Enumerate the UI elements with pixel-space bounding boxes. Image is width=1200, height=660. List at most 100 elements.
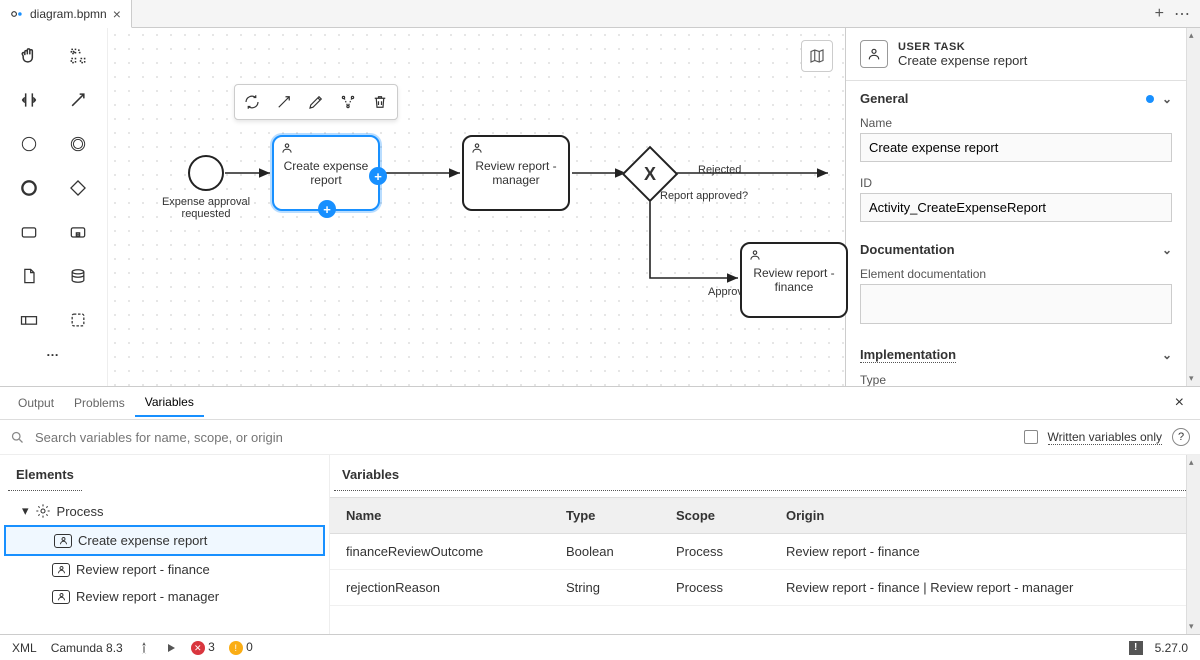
data-store-tool[interactable] xyxy=(62,260,94,292)
table-row[interactable]: rejectionReason String Process Review re… xyxy=(330,570,1186,606)
variables-panel: Variables Name Type Scope Origin finance… xyxy=(330,455,1186,634)
file-tab[interactable]: diagram.bpmn × xyxy=(0,0,132,28)
toolbox: … xyxy=(0,28,108,386)
written-only-checkbox[interactable] xyxy=(1024,430,1038,444)
xml-toggle[interactable]: XML xyxy=(12,641,37,655)
props-header: USER TASK Create expense report xyxy=(846,28,1186,81)
bpmn-file-icon xyxy=(10,7,24,21)
pool-tool[interactable] xyxy=(13,304,45,336)
task-tool[interactable] xyxy=(13,216,45,248)
props-scrollbar[interactable] xyxy=(1186,28,1200,386)
group-tool[interactable] xyxy=(62,304,94,336)
properties-panel: USER TASK Create expense report General … xyxy=(845,28,1200,386)
ctx-annotate[interactable] xyxy=(301,87,331,117)
play-icon[interactable] xyxy=(165,642,177,654)
gateway-tool[interactable] xyxy=(62,172,94,204)
id-input[interactable] xyxy=(860,193,1172,222)
written-only-label[interactable]: Written variables only xyxy=(1048,430,1163,445)
canvas[interactable]: Expense approval requested Create expens… xyxy=(108,28,845,386)
tab-output[interactable]: Output xyxy=(8,390,64,416)
element-name-label: Create expense report xyxy=(898,53,1027,68)
tree-task-create[interactable]: Create expense report xyxy=(4,525,325,556)
task-label: Review report - finance xyxy=(746,266,842,294)
table-row[interactable]: financeReviewOutcome Boolean Process Rev… xyxy=(330,534,1186,570)
status-bar: XML Camunda 8.3 ✕ 3 ! 0 ! 5.27.0 xyxy=(0,634,1200,660)
connect-tool[interactable] xyxy=(62,84,94,116)
elements-header: Elements xyxy=(8,465,82,491)
task-review-manager[interactable]: Review report - manager xyxy=(462,135,570,211)
search-input[interactable] xyxy=(35,430,1014,445)
variables-header: Variables xyxy=(334,465,1186,491)
element-type-label: USER TASK xyxy=(898,41,1027,53)
intermediate-event-tool[interactable] xyxy=(62,128,94,160)
tab-menu-button[interactable]: ⋯ xyxy=(1174,4,1190,24)
table-header: Name Type Scope Origin xyxy=(330,497,1186,534)
hand-tool[interactable] xyxy=(13,40,45,72)
name-field-label: Name xyxy=(860,116,1172,130)
gateway-label: Report approved? xyxy=(660,190,760,202)
bottom-scrollbar[interactable] xyxy=(1186,455,1200,634)
expand-icon: ▾ xyxy=(22,503,29,519)
user-task-icon xyxy=(280,141,294,155)
tab-variables[interactable]: Variables xyxy=(135,389,204,417)
section-modified-dot xyxy=(1146,95,1154,103)
close-tab-icon[interactable]: × xyxy=(113,6,121,22)
element-type-icon xyxy=(860,40,888,68)
impl-type-label: Type xyxy=(860,373,1172,386)
chevron-down-icon: ⌄ xyxy=(1162,243,1172,257)
section-implementation[interactable]: Implementation ⌄ xyxy=(846,337,1186,369)
tree-process[interactable]: ▾ Process xyxy=(4,497,325,525)
file-tab-title: diagram.bpmn xyxy=(30,7,107,21)
warning-count[interactable]: ! 0 xyxy=(229,640,253,655)
chevron-down-icon: ⌄ xyxy=(1162,348,1172,362)
close-panel-button[interactable]: × xyxy=(1167,394,1192,412)
task-review-finance[interactable]: Review report - finance xyxy=(740,242,848,318)
doc-textarea[interactable] xyxy=(860,284,1172,324)
elements-tree: Elements ▾ Process Create expense report… xyxy=(0,455,330,634)
help-icon[interactable]: ? xyxy=(1172,428,1190,446)
section-general[interactable]: General ⌄ xyxy=(846,81,1186,112)
tab-problems[interactable]: Problems xyxy=(64,390,135,416)
append-badge-bottom[interactable]: + xyxy=(318,200,336,218)
lasso-tool[interactable] xyxy=(62,40,94,72)
start-event-label: Expense approval requested xyxy=(154,196,258,220)
error-count[interactable]: ✕ 3 xyxy=(191,640,215,656)
context-toolbar xyxy=(234,84,398,120)
task-label: Create expense report xyxy=(278,159,374,187)
tree-task-manager[interactable]: Review report - manager xyxy=(4,583,325,610)
start-event[interactable] xyxy=(188,155,224,191)
minimap-toggle[interactable] xyxy=(801,40,833,72)
version-label: 5.27.0 xyxy=(1155,641,1188,655)
process-icon xyxy=(35,503,51,519)
edge-label-rejected: Rejected xyxy=(698,164,741,176)
space-tool[interactable] xyxy=(13,84,45,116)
toolbox-more[interactable]: … xyxy=(4,344,103,359)
chevron-down-icon: ⌄ xyxy=(1162,92,1172,106)
engine-label[interactable]: Camunda 8.3 xyxy=(51,641,123,655)
main-area: … Expense approval requested xyxy=(0,28,1200,386)
tab-bar: diagram.bpmn × + ⋯ xyxy=(0,0,1200,28)
name-input[interactable] xyxy=(860,133,1172,162)
ctx-delete[interactable] xyxy=(365,87,395,117)
search-icon xyxy=(10,430,25,445)
start-event-tool[interactable] xyxy=(13,128,45,160)
deploy-icon[interactable] xyxy=(137,641,151,655)
bottom-panel: Output Problems Variables × Written vari… xyxy=(0,386,1200,634)
append-badge-right[interactable]: + xyxy=(369,167,387,185)
section-documentation[interactable]: Documentation ⌄ xyxy=(846,232,1186,263)
feedback-icon[interactable]: ! xyxy=(1129,641,1143,655)
subprocess-tool[interactable] xyxy=(62,216,94,248)
user-task-icon xyxy=(748,248,762,262)
tree-task-finance[interactable]: Review report - finance xyxy=(4,556,325,583)
id-field-label: ID xyxy=(860,176,1172,190)
task-create-expense[interactable]: Create expense report + + xyxy=(272,135,380,211)
new-tab-button[interactable]: + xyxy=(1155,5,1164,23)
ctx-distribute[interactable] xyxy=(333,87,363,117)
doc-field-label: Element documentation xyxy=(860,267,1172,281)
end-event-tool[interactable] xyxy=(13,172,45,204)
task-label: Review report - manager xyxy=(468,159,564,187)
ctx-change-type[interactable] xyxy=(237,87,267,117)
ctx-connect[interactable] xyxy=(269,87,299,117)
user-task-icon xyxy=(470,141,484,155)
data-object-tool[interactable] xyxy=(13,260,45,292)
